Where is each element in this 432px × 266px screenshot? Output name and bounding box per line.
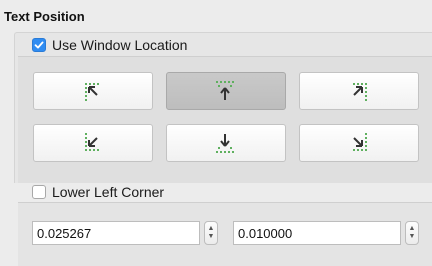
position-top-center-button[interactable] — [166, 72, 286, 110]
y-coordinate-stepper[interactable]: ▲ ▼ — [405, 221, 419, 245]
position-top-right-button[interactable] — [299, 72, 419, 110]
lower-left-corner-row[interactable]: Lower Left Corner — [32, 184, 164, 200]
use-window-location-row[interactable]: Use Window Location — [32, 37, 187, 53]
lower-left-corner-checkbox[interactable] — [32, 185, 46, 199]
checkmark-icon — [34, 41, 44, 49]
arrow-to-bottom-right-icon — [353, 133, 367, 151]
use-window-location-label: Use Window Location — [52, 37, 188, 53]
use-window-location-checkbox[interactable] — [32, 38, 46, 52]
position-top-left-button[interactable] — [33, 72, 153, 110]
x-coordinate-stepper[interactable]: ▲ ▼ — [204, 221, 218, 245]
arrow-to-top-right-icon — [353, 83, 367, 101]
arrow-to-bottom-center-icon — [216, 134, 234, 153]
section-title: Text Position — [4, 9, 85, 24]
stepper-down-icon: ▼ — [207, 233, 215, 240]
x-coordinate-field[interactable]: 0.025267 — [32, 221, 200, 245]
stepper-up-icon: ▲ — [207, 225, 215, 232]
position-bottom-center-button[interactable] — [166, 124, 286, 162]
stepper-up-icon: ▲ — [408, 225, 416, 232]
section-header: Text Position — [0, 8, 432, 26]
position-bottom-left-button[interactable] — [33, 124, 153, 162]
y-coordinate-field[interactable]: 0.010000 — [233, 221, 401, 245]
stepper-down-icon: ▼ — [408, 233, 416, 240]
position-bottom-right-button[interactable] — [299, 124, 419, 162]
arrow-to-top-left-icon — [85, 83, 99, 101]
arrow-to-top-center-icon — [216, 81, 234, 100]
arrow-to-bottom-left-icon — [85, 133, 99, 151]
lower-left-corner-label: Lower Left Corner — [52, 184, 165, 200]
